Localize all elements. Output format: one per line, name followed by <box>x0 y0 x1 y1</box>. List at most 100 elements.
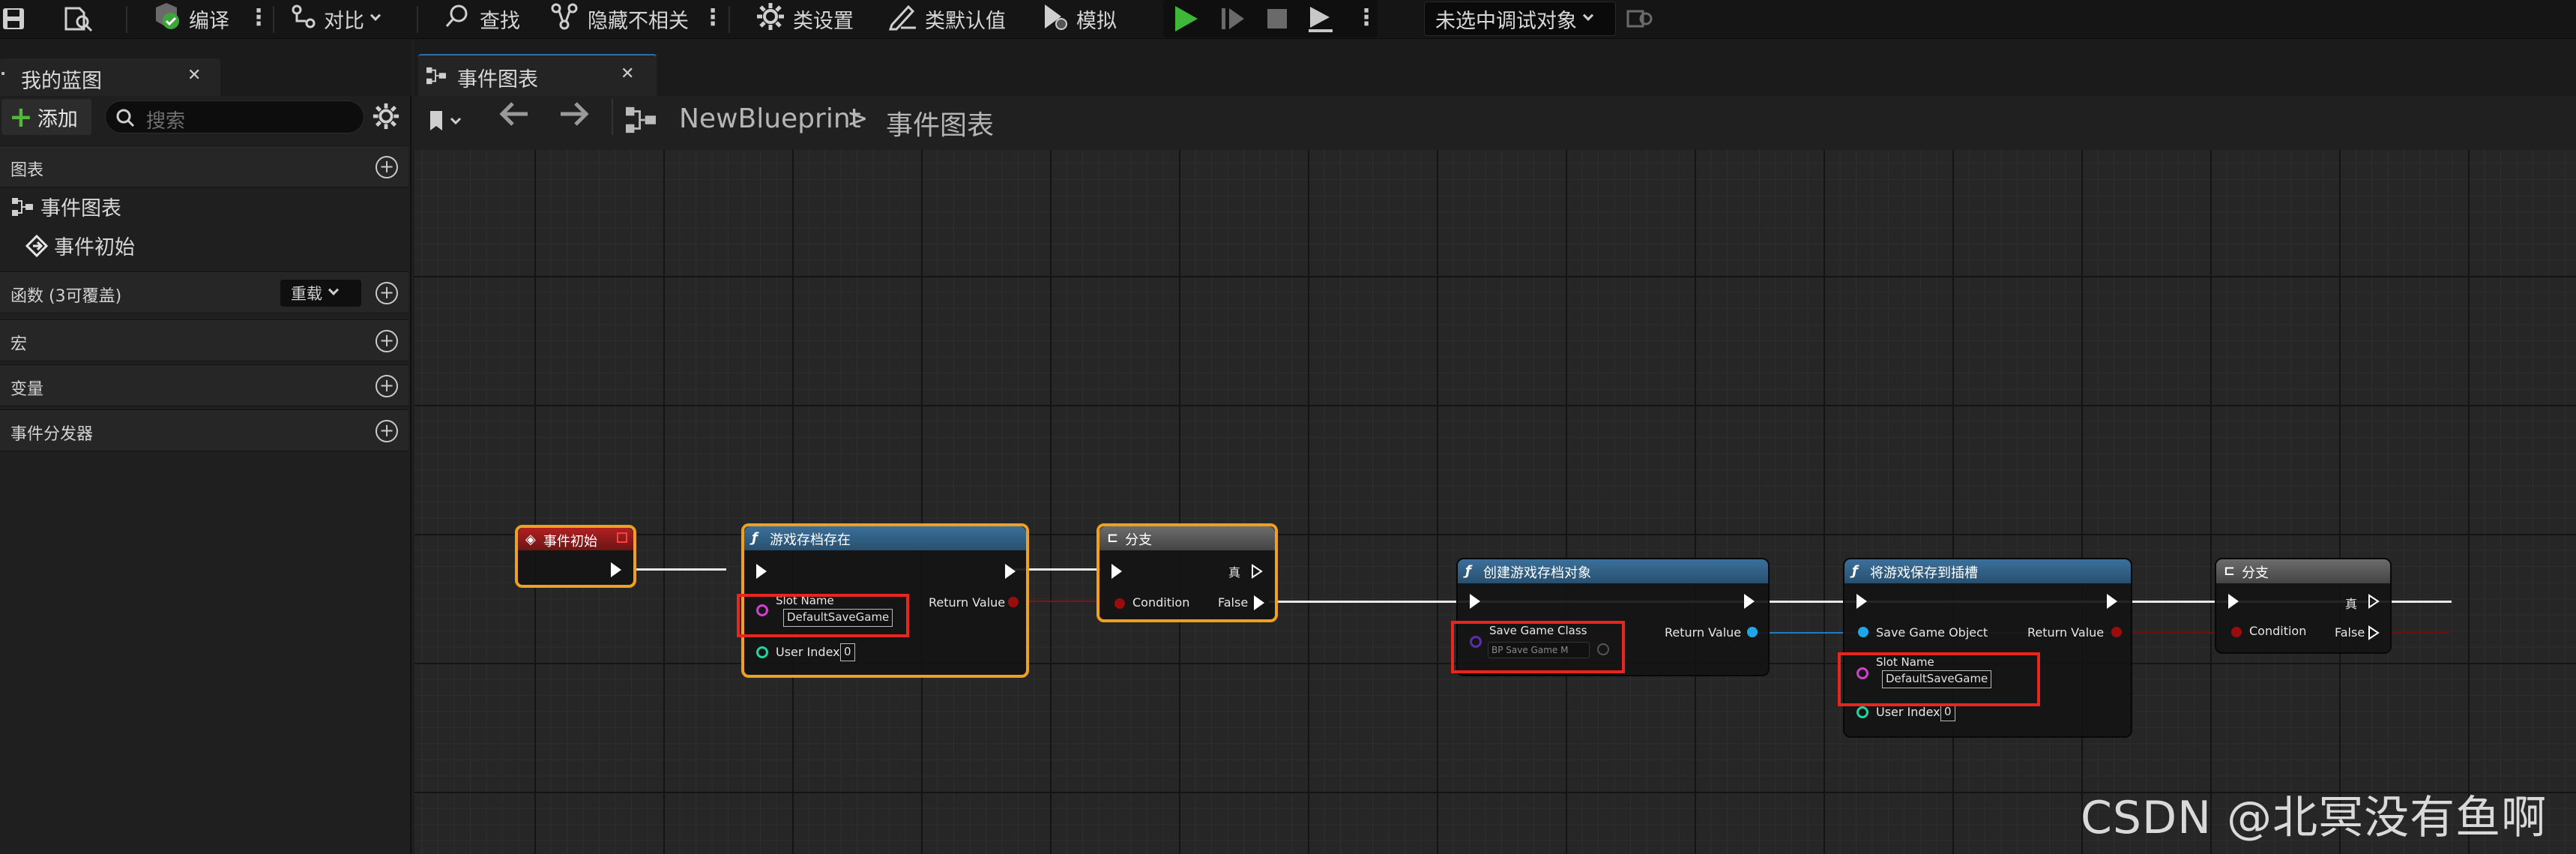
section-dispatchers-label: 事件分发器 <box>10 425 94 444</box>
my-blueprint-tab[interactable]: 我的蓝图 ✕ <box>0 58 220 97</box>
section-functions[interactable]: 函数 (3可覆盖) 重载 + <box>0 271 408 313</box>
search-input[interactable]: 搜索 <box>105 100 364 133</box>
exec-out-pin[interactable] <box>1744 594 1755 609</box>
bool-pin-icon[interactable] <box>2111 627 2122 637</box>
node-branch-2[interactable]: ⊏ 分支 真 Condition False <box>2215 558 2392 654</box>
class-defaults-button[interactable]: 类默认值 <box>887 0 1006 37</box>
bool-pin-icon[interactable] <box>2231 627 2242 637</box>
section-macros[interactable]: 宏 + <box>0 319 408 361</box>
tree-item-begin-play[interactable]: 事件初始 <box>25 231 135 260</box>
override-dropdown[interactable]: 重载 <box>280 280 361 307</box>
simulate-button[interactable]: 模拟 <box>1039 0 1117 37</box>
main-toolbar: 编译 ⋮ 对比 查找 隐藏不相关 ⋮ 类设置 类默认值 模拟 ⋮ 未选中调试对象 <box>0 0 2576 39</box>
int-pin-icon[interactable] <box>1856 706 1868 718</box>
pin-label-return-value: Return Value <box>1665 625 1742 640</box>
override-label: 重载 <box>291 285 322 303</box>
exec-false-pin[interactable] <box>2368 625 2380 640</box>
highlight-box-slot-name-2 <box>1838 652 2040 706</box>
tab-event-graph-label: 事件图表 <box>457 68 538 91</box>
close-icon[interactable]: ✕ <box>621 64 634 83</box>
exec-out-pin[interactable] <box>2107 594 2117 609</box>
pin-label-user-index: User Index <box>776 645 840 659</box>
exec-in-pin[interactable] <box>1856 594 1867 609</box>
hide-unrelated-button[interactable]: 隐藏不相关 <box>550 0 689 37</box>
object-pin-icon[interactable] <box>1858 627 1868 637</box>
add-variable-icon[interactable]: + <box>375 375 398 397</box>
exec-in-pin[interactable] <box>1111 564 1122 579</box>
toolbar-separator <box>417 6 418 33</box>
node-header: ◈ 事件初始 <box>518 528 633 550</box>
node-title: 事件初始 <box>543 534 597 550</box>
chevron-down-icon <box>1582 10 1594 21</box>
section-variables-label: 变量 <box>10 380 44 399</box>
debug-filter-icon[interactable] <box>1626 0 1653 37</box>
stop-button[interactable] <box>1265 0 1289 37</box>
forward-arrow-icon[interactable] <box>558 100 589 134</box>
graph-canvas[interactable]: ◈ 事件初始 ƒ 游戏存档存在 Slot Name DefaultSaveGam… <box>414 150 2576 854</box>
compile-button[interactable]: 编译 <box>151 0 229 37</box>
hide-unrelated-icon <box>550 2 580 36</box>
node-save-game-to-slot[interactable]: ƒ 将游戏保存到插槽 Save Game Object Return Value… <box>1843 558 2132 738</box>
exec-in-pin[interactable] <box>2228 594 2239 609</box>
close-icon[interactable]: ✕ <box>187 66 201 85</box>
save-icon[interactable] <box>0 0 27 37</box>
play-options-icon[interactable]: ⋮ <box>1355 3 1378 33</box>
class-defaults-label: 类默认值 <box>925 9 1006 33</box>
add-dispatcher-icon[interactable]: + <box>375 420 398 442</box>
search-placeholder: 搜索 <box>146 110 186 133</box>
diff-icon <box>291 4 316 34</box>
bool-pin-icon[interactable] <box>1114 598 1125 609</box>
back-arrow-icon[interactable] <box>499 100 531 134</box>
tree-item-event-graph[interactable]: 事件图表 <box>10 192 121 221</box>
class-settings-label: 类设置 <box>793 9 854 33</box>
exec-in-pin[interactable] <box>756 564 767 579</box>
exec-true-pin[interactable] <box>1251 564 1263 579</box>
add-button[interactable]: + 添加 <box>1 99 91 135</box>
tab-event-graph[interactable]: 事件图表 ✕ <box>418 54 657 96</box>
highlight-box-save-game-class <box>1451 621 1625 673</box>
hide-options-icon[interactable]: ⋮ <box>702 3 724 33</box>
debug-target-select[interactable]: 未选中调试对象 <box>1424 1 1616 36</box>
play-button[interactable] <box>1172 0 1199 37</box>
exec-in-pin[interactable] <box>1470 594 1480 609</box>
find-button[interactable]: 查找 <box>444 0 520 37</box>
breadcrumb-leaf[interactable]: 事件图表 <box>886 103 994 142</box>
node-begin-play[interactable]: ◈ 事件初始 <box>515 525 636 588</box>
object-pin-icon[interactable] <box>1747 627 1758 637</box>
settings-gear-icon[interactable] <box>372 102 400 133</box>
graph-icon <box>624 105 658 138</box>
exec-false-pin[interactable] <box>1254 595 1264 610</box>
browse-icon[interactable] <box>61 0 94 37</box>
breadcrumb-root[interactable]: NewBlueprint <box>679 103 861 134</box>
class-settings-button[interactable]: 类设置 <box>755 0 854 37</box>
bookmark-icon[interactable] <box>429 109 463 138</box>
section-graphs[interactable]: 图表 + <box>0 145 408 187</box>
exec-true-pin[interactable] <box>2368 594 2380 609</box>
add-macro-icon[interactable]: + <box>375 330 398 352</box>
exec-out-pin[interactable] <box>611 562 621 577</box>
bool-pin-icon[interactable] <box>1008 597 1019 607</box>
add-graph-icon[interactable]: + <box>375 156 398 178</box>
step-button[interactable] <box>1220 0 1246 37</box>
stop-icon <box>1267 9 1287 28</box>
add-function-icon[interactable]: + <box>375 282 398 304</box>
watermark-text: CSDN @北冥没有鱼啊 <box>2081 792 2548 844</box>
branch-icon: ⊏ <box>1107 530 1119 546</box>
node-title: 创建游戏存档对象 <box>1483 565 1591 581</box>
int-pin-icon[interactable] <box>756 646 768 658</box>
exec-out-pin[interactable] <box>1005 564 1016 579</box>
delegate-pin-icon[interactable] <box>617 532 627 543</box>
eject-button[interactable] <box>1306 0 1336 37</box>
tree-item-label: 事件初始 <box>54 236 135 259</box>
function-icon: ƒ <box>1852 563 1858 579</box>
node-header: ⊏ 分支 <box>2216 559 2390 583</box>
compile-options-icon[interactable]: ⋮ <box>247 3 270 33</box>
section-dispatchers[interactable]: 事件分发器 + <box>0 409 408 451</box>
diff-button[interactable]: 对比 <box>291 0 381 37</box>
user-index-input[interactable]: 0 <box>840 643 855 661</box>
node-branch-1[interactable]: ⊏ 分支 真 Condition False <box>1097 523 1278 622</box>
pin-label-return-value: Return Value <box>929 595 1006 610</box>
toolbar-separator <box>273 6 274 33</box>
section-variables[interactable]: 变量 + <box>0 364 408 406</box>
nav-separator <box>612 99 613 135</box>
